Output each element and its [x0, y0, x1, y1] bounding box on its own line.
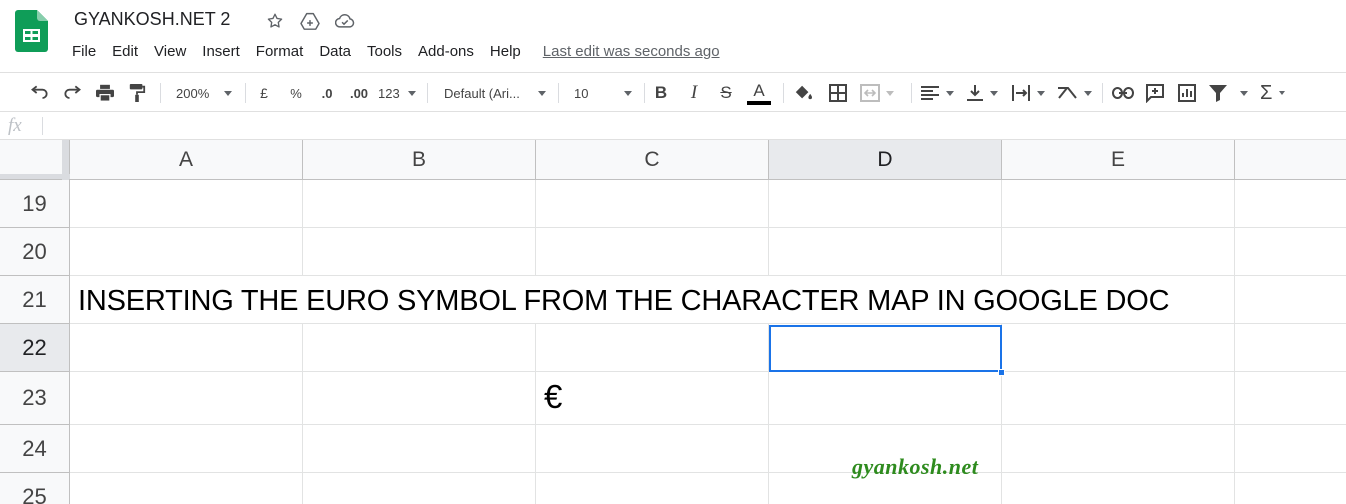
caret-down-icon — [538, 90, 546, 96]
bold-button[interactable]: B — [650, 80, 672, 106]
gridline — [70, 424, 1346, 425]
selected-cell-d22[interactable] — [769, 325, 1002, 372]
gridline — [70, 323, 1346, 324]
caret-down-icon — [624, 90, 632, 96]
gridline — [302, 180, 303, 504]
column-header-f[interactable] — [1235, 140, 1346, 180]
filter-icon[interactable] — [1208, 80, 1252, 106]
gridline — [535, 180, 536, 504]
formula-bar-divider — [42, 117, 43, 135]
last-edit-link[interactable]: Last edit was seconds ago — [543, 43, 720, 60]
column-header-a[interactable]: A — [70, 140, 303, 180]
caret-down-icon — [1084, 90, 1092, 96]
menu-data[interactable]: Data — [311, 43, 359, 60]
text-wrapping-icon[interactable] — [1011, 80, 1051, 106]
move-to-drive-icon[interactable] — [299, 10, 321, 32]
menu-help[interactable]: Help — [482, 43, 529, 60]
redo-icon[interactable] — [60, 80, 84, 106]
insert-link-icon[interactable] — [1111, 80, 1135, 106]
gridline — [70, 227, 1346, 228]
caret-down-icon — [1279, 91, 1286, 95]
row-header-23[interactable]: 23 — [0, 372, 70, 425]
row-header-22[interactable]: 22 — [0, 324, 70, 372]
caret-down-icon — [990, 90, 998, 96]
sigma-icon: Σ — [1260, 81, 1273, 104]
row-header-25[interactable]: 25 — [0, 473, 70, 504]
caret-down-icon — [946, 90, 954, 96]
column-header-c[interactable]: C — [536, 140, 769, 180]
menu-insert[interactable]: Insert — [194, 43, 248, 60]
text-color-swatch — [747, 100, 771, 105]
horizontal-align-icon[interactable] — [920, 80, 960, 106]
vertical-align-icon[interactable] — [966, 80, 1006, 106]
star-icon[interactable] — [264, 10, 286, 32]
paint-format-icon[interactable] — [125, 80, 149, 106]
title-icons — [264, 10, 356, 32]
column-header-e[interactable]: E — [1002, 140, 1235, 180]
toolbar: 200% £ % .0 .00 123 Default (Ari... 10 B… — [0, 72, 1346, 112]
font-size-value: 10 — [574, 85, 589, 101]
more-formats-label: 123 — [378, 85, 400, 101]
menu-tools[interactable]: Tools — [359, 43, 410, 60]
caret-down-icon — [1037, 90, 1045, 96]
gridline — [70, 371, 1346, 372]
fill-handle[interactable] — [998, 369, 1005, 376]
formula-bar: fx — [0, 112, 1346, 140]
text-color-button[interactable]: A — [746, 80, 772, 106]
caret-down-icon — [224, 90, 232, 96]
font-family-value: Default (Ari... — [444, 85, 520, 101]
text-color-label: A — [753, 80, 765, 100]
formula-input[interactable] — [52, 112, 1342, 139]
caret-down-icon — [408, 90, 416, 96]
increase-decimal-button[interactable]: .00 — [345, 80, 373, 106]
cloud-status-icon[interactable] — [334, 10, 356, 32]
cell-a21[interactable]: INSERTING THE EURO SYMBOL FROM THE CHARA… — [78, 284, 1170, 318]
row-header-19[interactable]: 19 — [0, 180, 70, 228]
borders-icon[interactable] — [826, 80, 850, 106]
sheets-logo-icon[interactable] — [15, 10, 48, 52]
decrease-decimal-button[interactable]: .0 — [314, 80, 340, 106]
text-rotation-icon[interactable] — [1056, 80, 1096, 106]
caret-down-icon — [886, 90, 894, 96]
insert-comment-icon[interactable] — [1143, 80, 1167, 106]
watermark: gyankosh.net — [852, 454, 979, 479]
gridline — [1234, 180, 1235, 504]
strikethrough-button[interactable]: S — [715, 80, 737, 106]
fill-color-icon[interactable] — [791, 80, 815, 106]
percent-format-button[interactable]: % — [286, 80, 306, 106]
freeze-row-handle[interactable] — [0, 174, 70, 179]
functions-button[interactable]: Σ — [1260, 80, 1296, 106]
row-header-21[interactable]: 21 — [0, 276, 70, 324]
menu-add-ons[interactable]: Add-ons — [410, 43, 482, 60]
column-header-d[interactable]: D — [769, 140, 1002, 180]
menu-edit[interactable]: Edit — [104, 43, 146, 60]
menu-bar: File Edit View Insert Format Data Tools … — [64, 40, 720, 62]
menu-file[interactable]: File — [64, 43, 104, 60]
menu-format[interactable]: Format — [248, 43, 312, 60]
italic-button[interactable]: I — [683, 80, 705, 106]
menu-view[interactable]: View — [146, 43, 194, 60]
merge-cells-icon[interactable] — [860, 80, 900, 106]
column-header-b[interactable]: B — [303, 140, 536, 180]
currency-format-button[interactable]: £ — [254, 80, 274, 106]
gridline — [70, 472, 1346, 473]
font-family-select[interactable]: Default (Ari... — [438, 80, 550, 106]
zoom-select[interactable]: 200% — [170, 80, 236, 106]
insert-chart-icon[interactable] — [1175, 80, 1199, 106]
caret-down-icon — [1240, 90, 1248, 96]
row-header-20[interactable]: 20 — [0, 228, 70, 276]
document-title[interactable]: GYANKOSH.NET 2 — [74, 9, 230, 30]
zoom-value: 200% — [176, 85, 210, 101]
print-icon[interactable] — [93, 80, 117, 106]
cell-c23[interactable]: € — [544, 379, 562, 415]
row-header-24[interactable]: 24 — [0, 425, 70, 473]
fx-icon: fx — [8, 115, 22, 136]
font-size-select[interactable]: 10 — [568, 80, 636, 106]
more-formats-select[interactable]: 123 — [374, 80, 418, 106]
undo-icon[interactable] — [28, 80, 52, 106]
spreadsheet-grid: A B C D E 19 20 21 22 23 24 25 INSERTING… — [0, 140, 1346, 504]
